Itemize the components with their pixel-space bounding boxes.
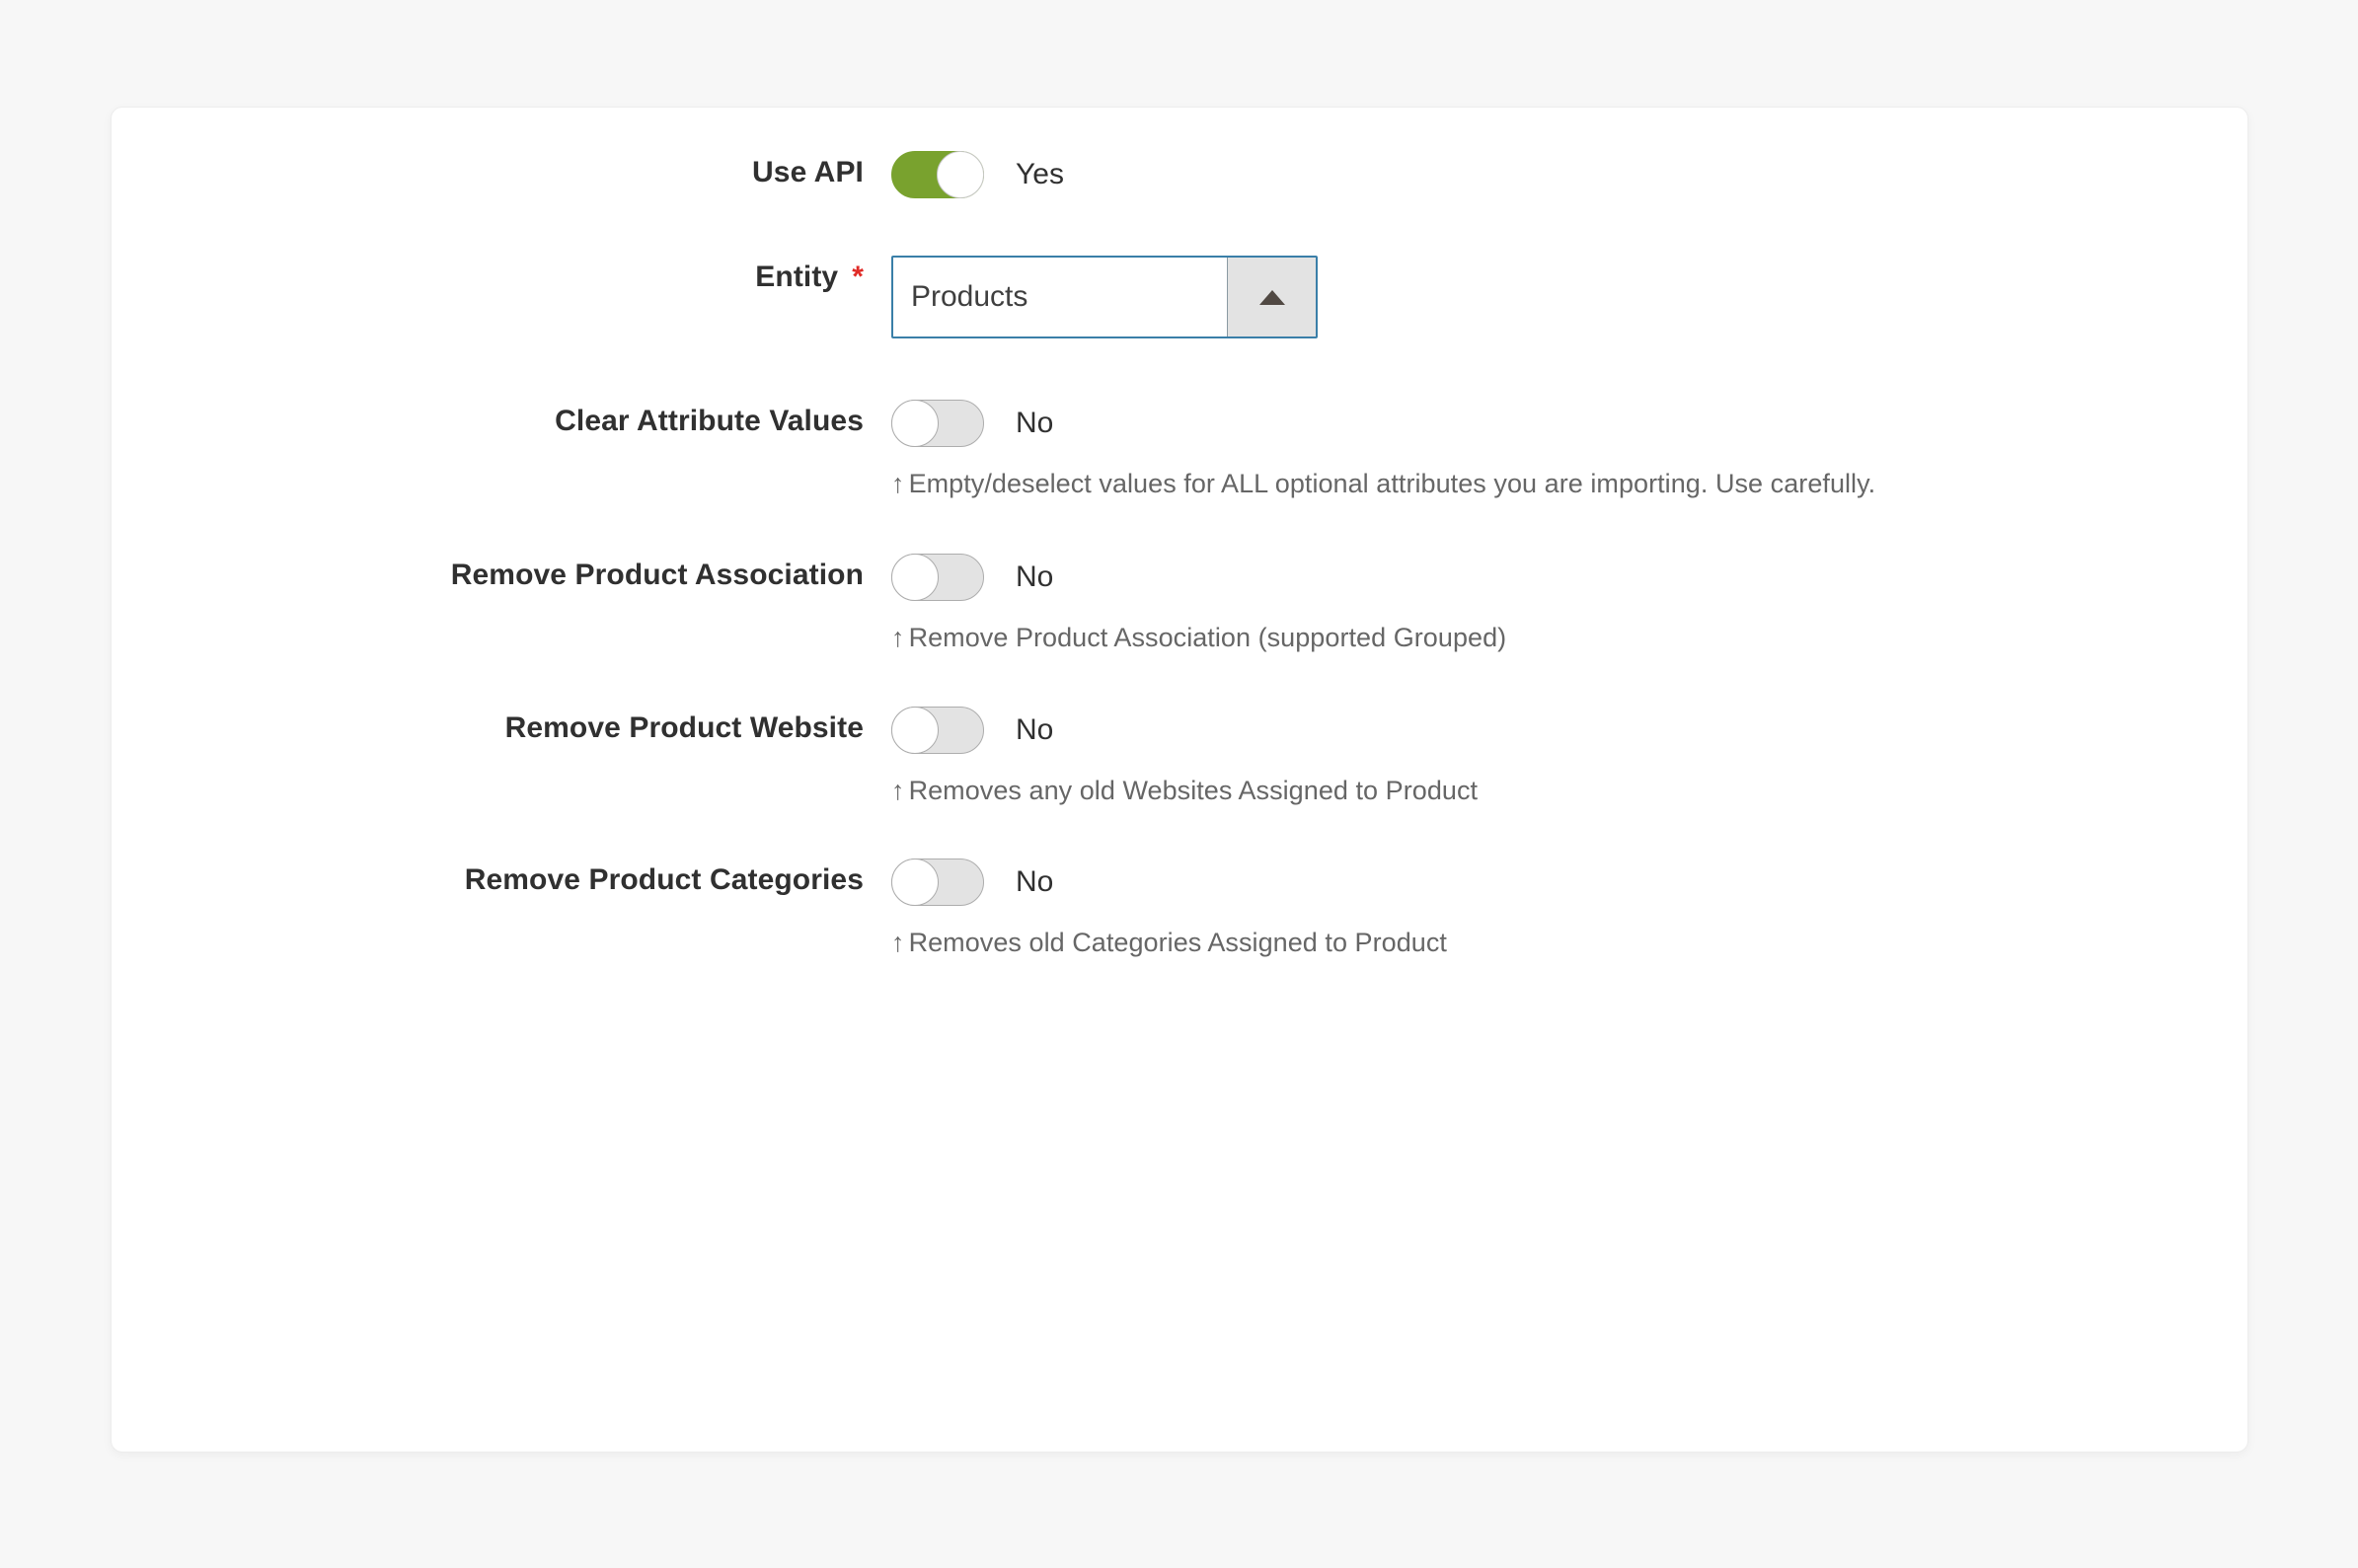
up-arrow-icon: ↑ [891,775,905,805]
required-asterisk-icon: * [852,261,864,293]
field-use-api: Use API Yes [112,151,2247,198]
label-remove-product-categories: Remove Product Categories [112,859,891,902]
toggle-knob-icon [891,400,939,447]
toggle-state-label-use-api: Yes [1016,158,1064,190]
label-remove-product-association: Remove Product Association [112,554,891,597]
note-remove-product-association-text: Remove Product Association (supported Gr… [908,623,1507,653]
control-entity: Products [891,256,2247,338]
control-line-entity: Products [891,256,2247,338]
chevron-up-icon [1258,289,1285,305]
control-remove-product-association: No ↑ Remove Product Association (supporte… [891,554,2247,656]
up-arrow-icon: ↑ [891,623,905,653]
label-remove-product-association-text: Remove Product Association [450,559,864,592]
label-remove-product-website-text: Remove Product Website [504,710,864,744]
control-use-api: Yes [891,151,2247,198]
field-clear-attribute-values: Clear Attribute Values No ↑ Empty/deselec… [112,400,2247,502]
field-remove-product-association: Remove Product Association No ↑ Remove Pr… [112,554,2247,656]
entity-select[interactable]: Products [891,256,1318,338]
toggle-state-label-remove-product-association: No [1016,560,1054,594]
control-line-remove-product-categories: No [891,858,2247,906]
label-use-api: Use API [112,151,891,194]
field-remove-product-categories: Remove Product Categories No ↑ Removes ol… [112,858,2247,961]
toggle-state-label-clear-attribute-values: No [1016,407,1054,439]
control-line-clear-attribute-values: No [891,400,2247,447]
label-entity: Entity * [112,256,891,299]
toggle-use-api[interactable] [891,151,984,198]
entity-select-toggle-button[interactable] [1227,258,1316,336]
page-root: Use API Yes Entity * Products Clear Attr… [0,0,2358,1568]
label-remove-product-website: Remove Product Website [112,707,891,750]
note-clear-attribute-values-text: Empty/deselect values for ALL optional a… [908,469,1876,498]
label-clear-attribute-values: Clear Attribute Values [112,400,891,443]
toggle-clear-attribute-values[interactable] [891,400,984,447]
toggle-state-label-remove-product-categories: No [1016,864,1054,898]
label-entity-text: Entity [755,261,839,293]
control-line-remove-product-website: No [891,706,2247,754]
toggle-remove-product-association[interactable] [891,554,984,602]
label-remove-product-categories-text: Remove Product Categories [464,862,864,896]
note-remove-product-association: ↑ Remove Product Association (supported G… [891,619,2002,656]
note-remove-product-website-text: Removes any old Websites Assigned to Pro… [908,775,1479,805]
control-clear-attribute-values: No ↑ Empty/deselect values for ALL option… [891,400,2247,502]
note-remove-product-website: ↑ Removes any old Websites Assigned to Pr… [891,772,2002,809]
toggle-knob-icon [937,151,984,198]
control-remove-product-website: No ↑ Removes any old Websites Assigned to… [891,706,2247,809]
toggle-state-label-remove-product-website: No [1016,712,1054,746]
note-remove-product-categories: ↑ Removes old Categories Assigned to Prod… [891,924,2002,961]
toggle-knob-icon [891,554,939,602]
field-remove-product-website: Remove Product Website No ↑ Removes any o… [112,706,2247,809]
toggle-remove-product-website[interactable] [891,706,984,754]
note-clear-attribute-values: ↑ Empty/deselect values for ALL optional … [891,465,2002,502]
up-arrow-icon: ↑ [891,927,905,957]
label-clear-attribute-values-text: Clear Attribute Values [555,405,864,437]
settings-card: Use API Yes Entity * Products Clear Attr… [111,107,2248,1453]
control-line-use-api: Yes [891,151,2247,198]
toggle-knob-icon [891,706,939,754]
field-entity: Entity * Products [112,256,2247,338]
note-remove-product-categories-text: Removes old Categories Assigned to Produ… [908,927,1447,957]
label-use-api-text: Use API [752,156,864,188]
control-line-remove-product-association: No [891,554,2247,602]
toggle-knob-icon [891,858,939,906]
toggle-remove-product-categories[interactable] [891,858,984,906]
up-arrow-icon: ↑ [891,469,905,498]
entity-select-value[interactable]: Products [893,258,1227,336]
control-remove-product-categories: No ↑ Removes old Categories Assigned to P… [891,858,2247,961]
